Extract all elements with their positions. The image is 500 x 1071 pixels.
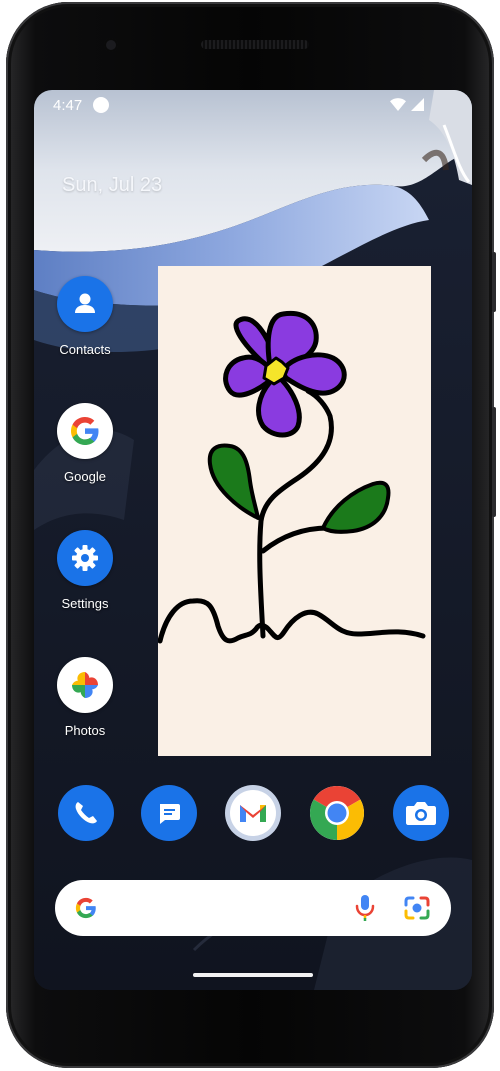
google-g-icon[interactable] <box>73 895 99 921</box>
home-date[interactable]: Sun, Jul 23 <box>62 174 162 197</box>
microphone-icon[interactable] <box>355 894 375 922</box>
dock-messages-button[interactable] <box>141 785 197 841</box>
drawing-widget[interactable] <box>157 266 431 756</box>
front-camera <box>104 38 118 52</box>
dock-gmail-button[interactable] <box>225 785 281 841</box>
dock-camera-button[interactable] <box>393 785 449 841</box>
status-bar: 4:47 <box>34 90 472 120</box>
volume-button <box>492 407 496 517</box>
photos-pinwheel-icon <box>57 657 113 713</box>
dock-phone-button[interactable] <box>58 785 114 841</box>
camera-icon <box>406 802 436 825</box>
status-time: 4:47 <box>53 97 83 114</box>
contacts-icon <box>57 276 113 332</box>
phone-frame: 4:47 Sun, Jul 23 Contacts Google Setting… <box>6 2 496 1068</box>
app-photos[interactable]: Photos <box>40 657 130 738</box>
home-screen: 4:47 Sun, Jul 23 Contacts Google Setting… <box>34 90 472 990</box>
messages-icon <box>160 804 180 824</box>
settings-gear-icon <box>57 530 113 586</box>
app-label: Photos <box>64 723 106 738</box>
app-label: Settings <box>61 596 109 611</box>
dock-chrome-button[interactable] <box>309 785 365 841</box>
google-icon <box>57 403 113 459</box>
chrome-icon <box>309 785 365 840</box>
power-button <box>492 252 496 312</box>
app-google[interactable]: Google <box>40 403 130 484</box>
google-lens-icon[interactable] <box>403 895 431 921</box>
gesture-nav-handle[interactable] <box>193 973 313 977</box>
earpiece-speaker <box>201 40 309 49</box>
app-settings[interactable]: Settings <box>40 530 130 611</box>
flower-drawing <box>157 310 426 644</box>
app-label: Contacts <box>59 342 111 357</box>
signal-icon <box>411 98 424 111</box>
google-search-bar[interactable] <box>55 880 451 936</box>
app-label: Google <box>64 469 106 484</box>
wifi-icon <box>390 98 406 111</box>
gmail-icon <box>240 805 266 822</box>
notification-dot-icon <box>93 97 109 113</box>
app-contacts[interactable]: Contacts <box>40 276 130 357</box>
phone-icon <box>75 802 97 824</box>
